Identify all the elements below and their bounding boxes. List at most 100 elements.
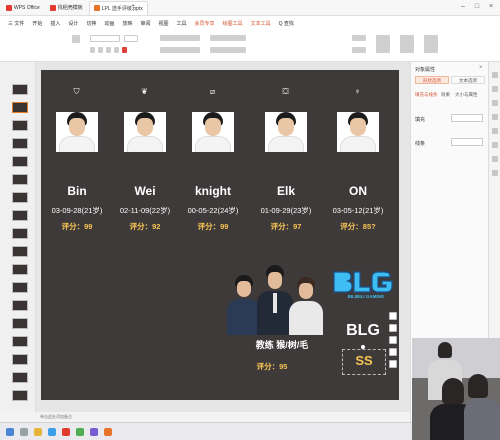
font-color-icon[interactable] [122, 47, 127, 53]
arrange-icon[interactable] [424, 35, 438, 53]
menu-design[interactable]: 设计 [68, 20, 78, 27]
menu-review[interactable]: 审阅 [140, 20, 150, 27]
folder-icon[interactable] [34, 428, 42, 436]
app-icon[interactable] [90, 428, 98, 436]
team-logo-subtitle: BILIBILI GAMING [347, 294, 385, 299]
menu-transition[interactable]: 切换 [86, 20, 96, 27]
text-fill-icon[interactable] [352, 35, 366, 41]
menu-file[interactable]: 三 文件 [8, 20, 24, 27]
slide-thumb[interactable] [12, 300, 28, 311]
slide-thumb-selected[interactable] [12, 102, 28, 113]
window-tab-templates[interactable]: 找稻壳模板 [46, 1, 87, 15]
menu-view[interactable]: 视图 [159, 20, 169, 27]
player-birthdate: 00-05-22(24岁) [187, 206, 239, 215]
menu-animation[interactable]: 动画 [104, 20, 114, 27]
presentation-icon [93, 5, 100, 11]
webcam-person [438, 342, 452, 358]
window-tab-wps[interactable]: WPS Office [2, 1, 44, 15]
format-painter-icon[interactable] [72, 35, 80, 43]
menu-drawing-tools[interactable]: 绘图工具 [223, 20, 243, 27]
webcam-overlay [412, 338, 500, 440]
slide-thumb[interactable] [12, 120, 28, 131]
float-style-icon[interactable] [389, 360, 397, 368]
font-size-select[interactable] [124, 35, 138, 42]
wps-taskbar-icon[interactable] [62, 428, 70, 436]
strikethrough-icon[interactable] [114, 47, 119, 53]
slide-thumb[interactable] [12, 210, 28, 221]
browser-icon[interactable] [48, 428, 56, 436]
slide-thumb[interactable] [12, 246, 28, 257]
slide-thumb[interactable] [12, 390, 28, 401]
slide[interactable]: ⛉ Bin 03-09-28(21岁) 评分：99 ❦ Wei 02-11-09… [41, 70, 399, 400]
team-rating: SS [355, 353, 373, 368]
sidebar-design-icon[interactable] [492, 86, 498, 92]
bold-icon[interactable] [90, 47, 95, 53]
fill-select[interactable] [451, 114, 483, 122]
coaches-photo [227, 265, 323, 335]
alignment-tools[interactable] [160, 47, 200, 53]
font-family-select[interactable] [90, 35, 120, 42]
menu-member[interactable]: 会员专享 [195, 20, 215, 27]
slide-thumb[interactable] [12, 372, 28, 383]
sidebar-help-icon[interactable] [492, 170, 498, 176]
slide-thumb[interactable] [12, 318, 28, 329]
menu-search[interactable]: Q 查找 [279, 20, 294, 27]
start-icon[interactable] [6, 428, 14, 436]
sidebar-share-icon[interactable] [492, 156, 498, 162]
spacing-tools[interactable] [210, 47, 246, 53]
slide-thumb[interactable] [12, 282, 28, 293]
slide-thumb[interactable] [12, 354, 28, 365]
menu-insert[interactable]: 插入 [50, 20, 60, 27]
slide-thumb[interactable] [12, 174, 28, 185]
title-bar: WPS Office 找稻壳模板 LPL 选手评级.pptx + – □ × [0, 0, 500, 16]
slide-thumb[interactable] [12, 264, 28, 275]
list-tools[interactable] [210, 35, 246, 41]
sidebar-animation-icon[interactable] [492, 100, 498, 106]
subtab-effects[interactable]: 效果 [441, 92, 450, 98]
panel-close-icon[interactable]: × [479, 65, 483, 71]
search-icon[interactable] [20, 428, 28, 436]
float-edit-icon[interactable] [389, 324, 397, 332]
presentation-taskbar-icon[interactable] [104, 428, 112, 436]
float-layout-icon[interactable] [389, 312, 397, 320]
italic-icon[interactable] [98, 47, 103, 53]
slide-thumb[interactable] [12, 228, 28, 239]
text-outline-icon[interactable] [352, 47, 366, 53]
tab-shape-options[interactable]: 形状选项 [415, 76, 449, 84]
new-tab-icon[interactable]: + [128, 2, 138, 12]
text-box-icon[interactable] [376, 35, 390, 53]
sidebar-shapes-icon[interactable] [492, 128, 498, 134]
float-outline-icon[interactable] [389, 348, 397, 356]
menu-text-tools[interactable]: 文本工具 [251, 20, 271, 27]
slide-thumb[interactable] [12, 192, 28, 203]
tab-text-options[interactable]: 文本选项 [451, 76, 485, 84]
slide-thumb[interactable] [12, 336, 28, 347]
underline-icon[interactable] [106, 47, 111, 53]
shape-effects-icon[interactable] [400, 35, 414, 53]
paragraph-tools[interactable] [160, 35, 200, 41]
subtab-size[interactable]: 大小与属性 [455, 92, 478, 98]
menu-slideshow[interactable]: 放映 [122, 20, 132, 27]
maximize-icon[interactable]: □ [472, 2, 482, 12]
minimize-icon[interactable]: – [458, 2, 468, 12]
close-icon[interactable]: × [486, 2, 496, 12]
subtab-fill-line[interactable]: 填充与线条 [415, 92, 438, 98]
menu-home[interactable]: 开始 [32, 20, 42, 27]
slide-thumb[interactable] [12, 138, 28, 149]
notes-bar[interactable]: 单击此处添加备注 [0, 412, 410, 422]
sidebar-transition-icon[interactable] [492, 114, 498, 120]
webcam-person [442, 378, 464, 404]
slide-thumb[interactable] [12, 156, 28, 167]
window-tab-presentation[interactable]: LPL 选手评级.pptx [88, 0, 148, 15]
sidebar-properties-icon[interactable] [492, 72, 498, 78]
chat-icon[interactable] [76, 428, 84, 436]
coach-label: 教练 猴/树/毛 [255, 340, 309, 350]
slide-thumbnail-panel[interactable] [0, 62, 36, 422]
panel-title: 对象属性 [415, 67, 436, 73]
slide-thumb[interactable] [12, 84, 28, 95]
support-icon: ♆ [354, 87, 361, 96]
float-fill-icon[interactable] [389, 336, 397, 344]
sidebar-backup-icon[interactable] [492, 142, 498, 148]
menu-tools[interactable]: 工具 [177, 20, 187, 27]
line-select[interactable] [451, 138, 483, 146]
